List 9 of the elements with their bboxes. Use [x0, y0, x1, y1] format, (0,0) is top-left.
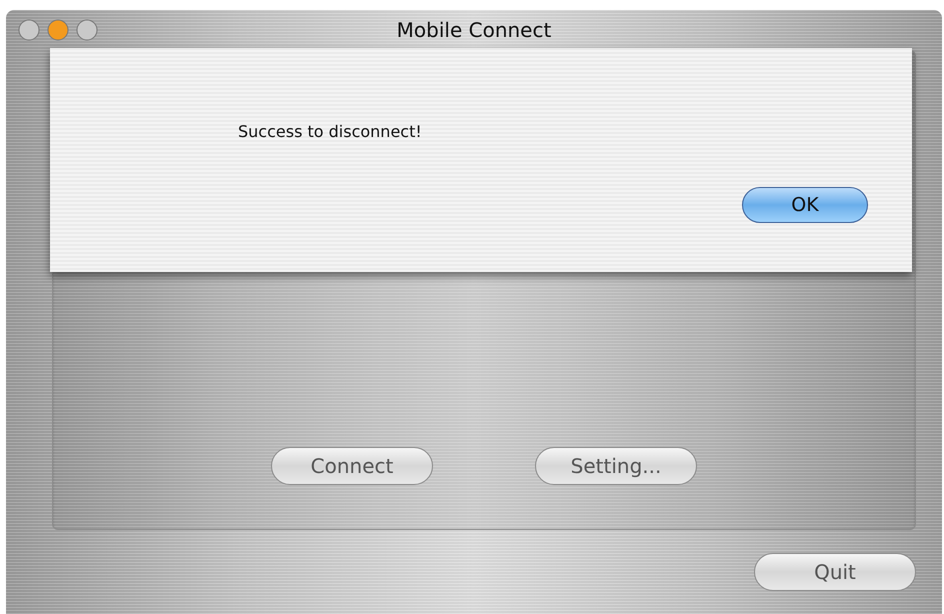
window-control-icon[interactable]	[47, 19, 69, 41]
alert-message: Success to disconnect!	[238, 122, 423, 141]
window-control-icon[interactable]	[18, 19, 40, 41]
panel-button[interactable]: Connect	[271, 447, 433, 485]
ok-button[interactable]: OK	[742, 187, 868, 223]
window-control-icon[interactable]	[76, 19, 98, 41]
panel-button[interactable]: Setting...	[535, 447, 697, 485]
quit-button[interactable]: Quit	[754, 553, 916, 591]
window-title: Mobile Connect	[396, 18, 552, 42]
